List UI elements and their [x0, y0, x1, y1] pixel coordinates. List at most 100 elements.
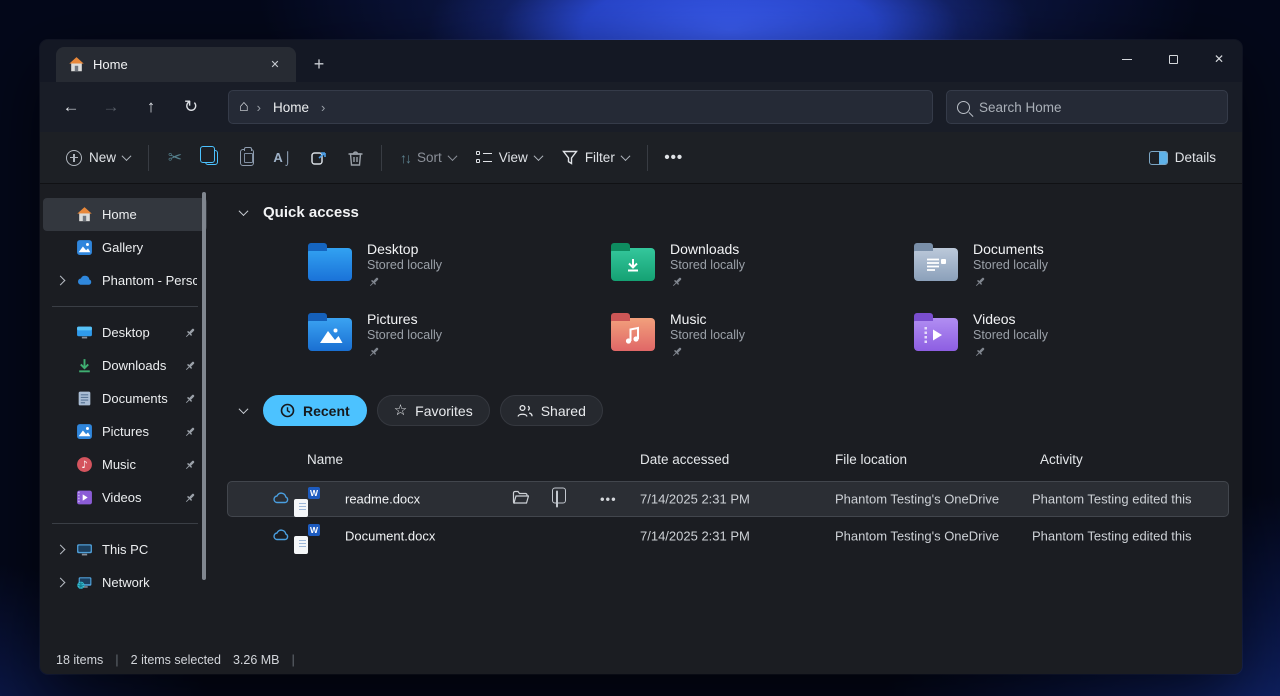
- tile-name: Downloads: [670, 241, 745, 257]
- new-button[interactable]: New: [56, 140, 140, 176]
- copy-button[interactable]: [193, 140, 229, 176]
- maximize-button[interactable]: [1150, 40, 1196, 78]
- delete-button[interactable]: [337, 140, 373, 176]
- cut-button[interactable]: ✂: [157, 140, 193, 176]
- tab-label: Shared: [541, 403, 586, 419]
- sidebar-item-label: Home: [102, 207, 197, 222]
- sidebar-item-gallery[interactable]: Gallery: [43, 231, 207, 264]
- sidebar-item-pictures[interactable]: Pictures: [43, 415, 207, 448]
- sidebar-item-network[interactable]: Network: [43, 566, 207, 599]
- tile-pictures[interactable]: Pictures Stored locally: [308, 308, 611, 369]
- tile-documents[interactable]: Documents Stored locally: [914, 238, 1217, 299]
- pin-icon: [183, 458, 197, 472]
- tab-home[interactable]: Home ✕: [56, 47, 296, 82]
- forward-button[interactable]: →: [92, 90, 130, 124]
- share-button[interactable]: [301, 140, 337, 176]
- status-divider: |: [115, 652, 118, 667]
- details-button[interactable]: Details: [1139, 140, 1226, 176]
- desktop-icon: [75, 324, 93, 342]
- navigation-pane: Home Gallery Phantom - Persc: [40, 184, 210, 645]
- pictures-folder-icon: [308, 318, 352, 351]
- tab-close-icon[interactable]: ✕: [264, 54, 286, 76]
- tile-downloads[interactable]: Downloads Stored locally: [611, 238, 914, 299]
- address-bar[interactable]: ⌂ › Home ›: [228, 90, 933, 124]
- breadcrumb-chevron-icon: ›: [257, 100, 261, 115]
- file-location: Phantom Testing's OneDrive: [835, 492, 999, 507]
- sidebar-item-label: Desktop: [102, 325, 183, 340]
- toolbar-divider: [381, 145, 382, 171]
- table-row-document[interactable]: W Document.docx 7/14/2025 2:31 PM Phanto…: [228, 519, 1228, 553]
- file-activity: Phantom Testing edited this: [1032, 529, 1191, 544]
- details-pane-icon: [1149, 151, 1168, 165]
- copy-icon: [205, 150, 218, 165]
- file-date-accessed: 7/14/2025 2:31 PM: [640, 529, 750, 544]
- sidebar-item-documents[interactable]: Documents: [43, 382, 207, 415]
- sidebar-item-desktop[interactable]: Desktop: [43, 316, 207, 349]
- column-header-file-location[interactable]: File location: [835, 452, 907, 467]
- breadcrumb-chevron-icon[interactable]: ›: [321, 100, 325, 115]
- sidebar-item-music[interactable]: ♪ Music: [43, 448, 207, 481]
- column-header-name[interactable]: Name: [307, 452, 343, 467]
- more-options-button[interactable]: •••: [656, 140, 692, 176]
- up-button[interactable]: ↑: [132, 90, 170, 124]
- new-tab-button[interactable]: +: [304, 49, 334, 79]
- close-button[interactable]: ✕: [1196, 40, 1242, 78]
- refresh-button[interactable]: ↻: [172, 90, 210, 124]
- tile-desktop[interactable]: Desktop Stored locally: [308, 238, 611, 299]
- cloud-status-icon: [272, 491, 290, 507]
- chevron-right-icon[interactable]: [56, 578, 66, 588]
- command-bar: New ✂ A⌡ ↑↓ Sort View: [40, 132, 1242, 184]
- tile-videos[interactable]: Videos Stored locally: [914, 308, 1217, 369]
- tile-subtitle: Stored locally: [973, 328, 1048, 342]
- toolbar-divider: [148, 145, 149, 171]
- chevron-down-icon: [122, 151, 132, 161]
- sidebar-divider: [52, 523, 198, 524]
- filter-icon: [562, 150, 578, 165]
- more-icon: •••: [664, 149, 683, 166]
- column-header-activity[interactable]: Activity: [1040, 452, 1083, 467]
- copy-action-icon[interactable]: [556, 492, 558, 507]
- sidebar-divider: [52, 306, 198, 307]
- sort-button-label: Sort: [417, 150, 442, 165]
- sidebar-item-this-pc[interactable]: This PC: [43, 533, 207, 566]
- sidebar-item-home[interactable]: Home: [43, 198, 207, 231]
- rename-button[interactable]: A⌡: [265, 140, 301, 176]
- tab-shared[interactable]: Shared: [500, 395, 603, 426]
- minimize-button[interactable]: [1104, 40, 1150, 78]
- file-date-accessed: 7/14/2025 2:31 PM: [640, 492, 750, 507]
- sort-icon: ↑↓: [400, 150, 410, 166]
- tab-title: Home: [93, 57, 256, 72]
- main-area: Home Gallery Phantom - Persc: [40, 184, 1242, 645]
- sidebar-item-downloads[interactable]: Downloads: [43, 349, 207, 382]
- tab-recent[interactable]: Recent: [263, 395, 367, 426]
- chevron-right-icon[interactable]: [56, 545, 66, 555]
- tile-subtitle: Stored locally: [670, 258, 745, 272]
- search-box[interactable]: Search Home: [946, 90, 1228, 124]
- view-button[interactable]: View: [466, 140, 552, 176]
- sidebar-scrollbar[interactable]: [202, 192, 206, 580]
- paste-icon: [240, 149, 254, 166]
- tab-label: Favorites: [415, 403, 473, 419]
- clock-icon: [280, 403, 295, 418]
- tile-subtitle: Stored locally: [670, 328, 745, 342]
- breadcrumb-home[interactable]: Home: [269, 100, 313, 115]
- sidebar-item-videos[interactable]: Videos: [43, 481, 207, 514]
- filter-button[interactable]: Filter: [552, 140, 639, 176]
- toolbar-divider: [647, 145, 648, 171]
- plus-circle-icon: [66, 150, 82, 166]
- videos-icon: [75, 489, 93, 507]
- back-button[interactable]: ←: [52, 90, 90, 124]
- chevron-right-icon[interactable]: [56, 276, 66, 286]
- sort-button[interactable]: ↑↓ Sort: [390, 140, 466, 176]
- sidebar-item-onedrive[interactable]: Phantom - Persc: [43, 264, 207, 297]
- paste-button[interactable]: [229, 140, 265, 176]
- tab-favorites[interactable]: ☆ Favorites: [377, 395, 490, 426]
- open-location-button[interactable]: [512, 491, 529, 508]
- row-more-options[interactable]: •••: [600, 492, 617, 507]
- table-row-readme[interactable]: W readme.docx ••• 7/14/2025 2:31 PM Phan…: [228, 482, 1228, 516]
- column-header-date-accessed[interactable]: Date accessed: [640, 452, 729, 467]
- collapse-chevron-icon[interactable]: [239, 404, 249, 414]
- breadcrumb-home-icon[interactable]: ⌂: [239, 99, 249, 115]
- tile-music[interactable]: Music Stored locally: [611, 308, 914, 369]
- collapse-chevron-icon[interactable]: [239, 206, 249, 216]
